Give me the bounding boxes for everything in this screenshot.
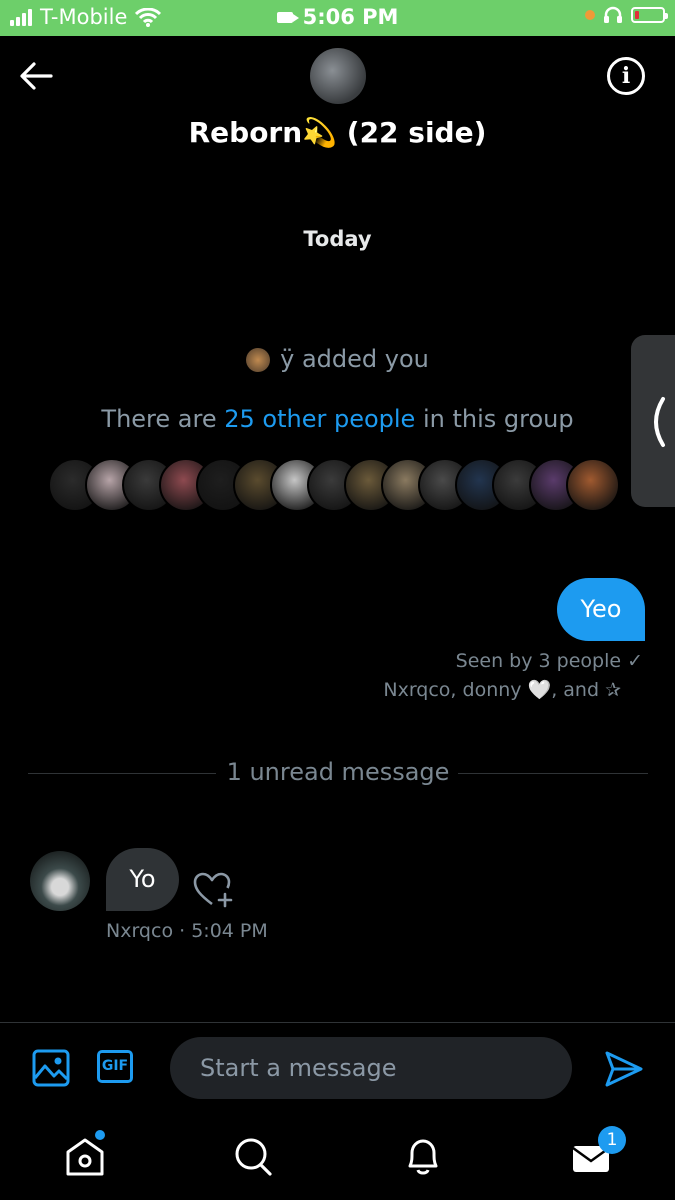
- gif-button[interactable]: GIF: [97, 1050, 133, 1083]
- unread-label: 1 unread message: [226, 758, 450, 786]
- sender-name[interactable]: Nxrqco: [106, 920, 173, 942]
- message-time: · 5:04 PM: [179, 920, 268, 942]
- incoming-meta: Nxrqco · 5:04 PM: [106, 920, 268, 942]
- unread-divider: 1 unread message: [28, 758, 648, 788]
- home-notification-dot: [95, 1130, 105, 1140]
- group-members-notice: There are 25 other people in this group: [0, 405, 675, 433]
- home-icon[interactable]: [64, 1134, 106, 1178]
- seen-by-names: Nxrqco, donny 🤍, and ✰: [383, 679, 621, 701]
- side-panel-handle[interactable]: [631, 335, 675, 507]
- back-arrow-icon[interactable]: [18, 58, 54, 94]
- notifications-bell-icon[interactable]: [402, 1134, 444, 1178]
- message-composer: GIF: [0, 1022, 675, 1113]
- send-icon[interactable]: [604, 1049, 644, 1089]
- member-avatar[interactable]: [566, 458, 620, 512]
- message-input[interactable]: [170, 1037, 572, 1099]
- date-label: Today: [303, 227, 372, 251]
- incoming-message[interactable]: Yo: [106, 848, 179, 911]
- image-icon[interactable]: [32, 1049, 70, 1087]
- group-avatar[interactable]: [310, 48, 366, 104]
- chevron-left-icon: [654, 397, 665, 447]
- messages-badge: 1: [598, 1126, 626, 1154]
- search-icon[interactable]: [232, 1134, 274, 1178]
- status-time: 5:06 PM: [0, 5, 675, 29]
- sender-avatar[interactable]: [30, 851, 90, 911]
- headphones-icon: [604, 6, 622, 23]
- group-title[interactable]: Reborn💫 (22 side): [0, 116, 675, 149]
- battery-level: [635, 11, 639, 19]
- others-suffix: in this group: [415, 405, 574, 433]
- bottom-tab-bar: 1: [0, 1112, 675, 1200]
- status-right: [585, 6, 668, 24]
- other-people-link[interactable]: 25 other people: [224, 405, 415, 433]
- outgoing-message[interactable]: Yeo: [557, 578, 645, 641]
- time-label: 5:06 PM: [302, 5, 399, 29]
- added-text: ÿ added you: [280, 345, 429, 373]
- react-heart-icon[interactable]: [192, 870, 234, 910]
- mic-indicator-icon: [585, 10, 595, 20]
- added-notice: ÿ added you: [0, 345, 675, 373]
- seen-status[interactable]: Seen by 3 people ✓: [456, 650, 643, 672]
- video-camera-icon: [276, 12, 299, 23]
- status-bar: T-Mobile 5:06 PM: [0, 0, 675, 36]
- others-prefix: There are: [101, 405, 225, 433]
- battery-icon: [631, 7, 668, 23]
- adder-avatar: [246, 348, 271, 372]
- info-icon[interactable]: i: [607, 57, 645, 95]
